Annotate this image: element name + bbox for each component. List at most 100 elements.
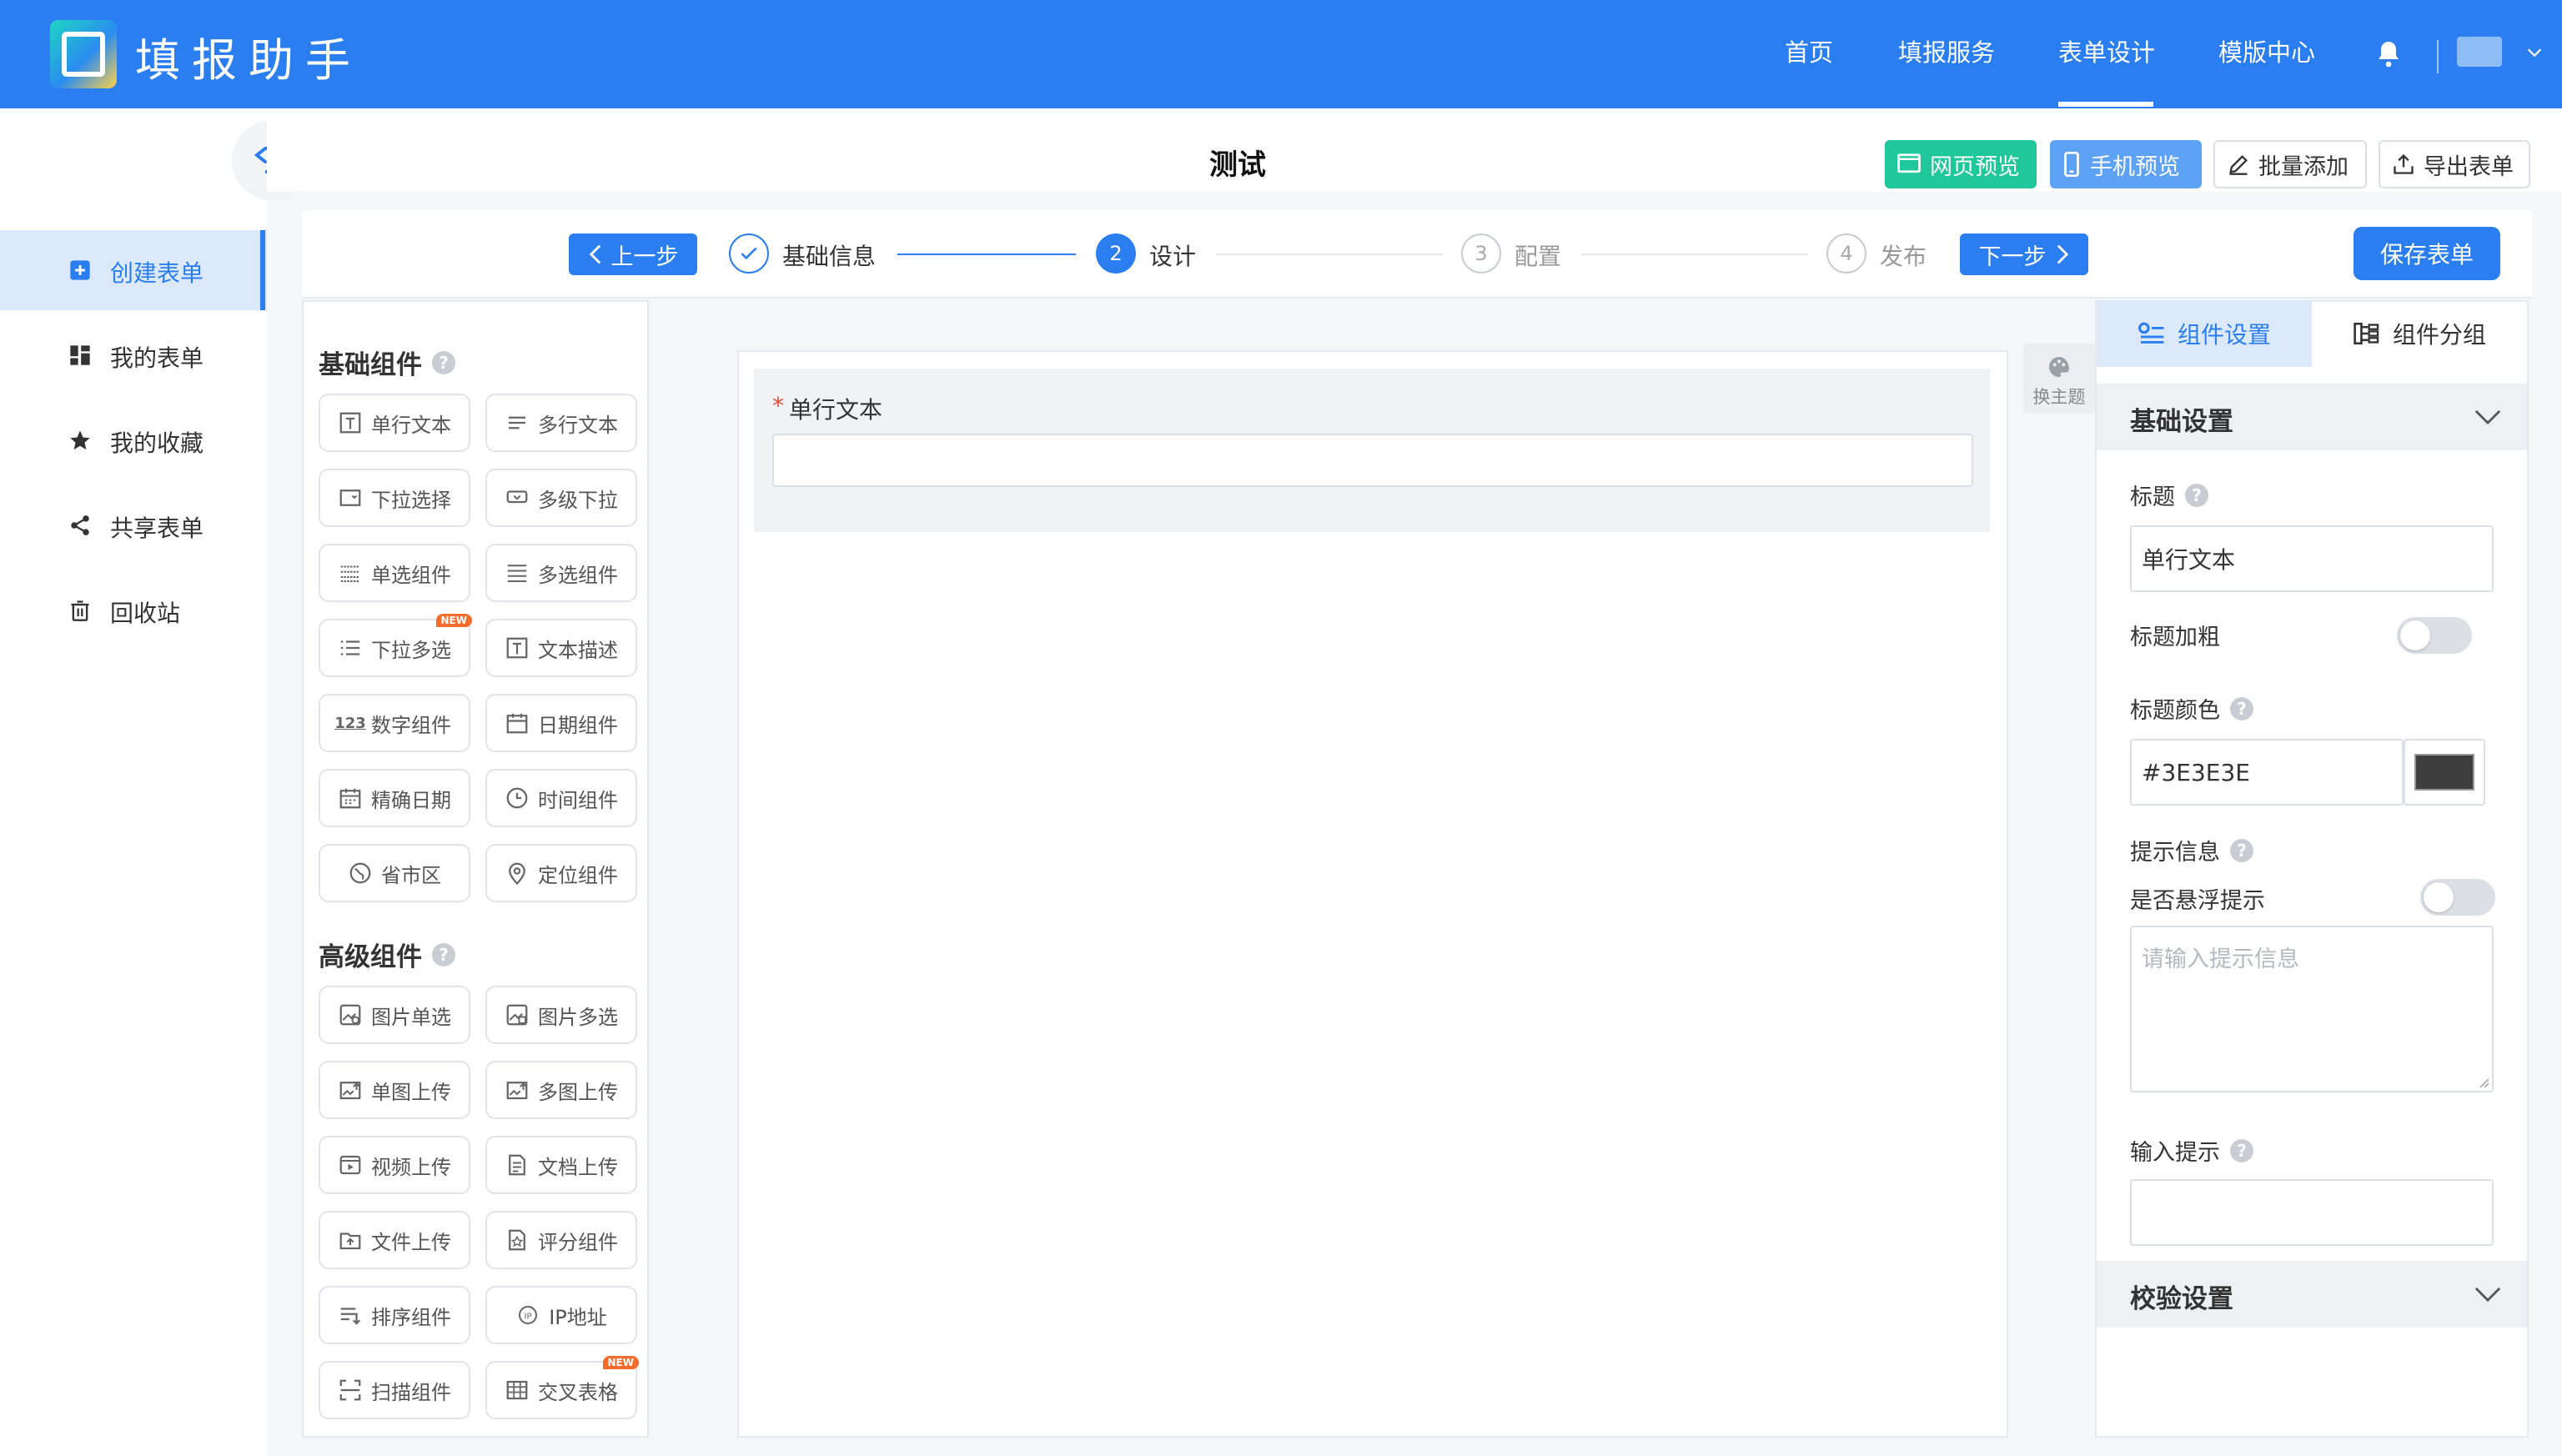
title-color-input[interactable]: #3E3E3E [2130,739,2404,806]
component-single-line-text[interactable]: 单行文本 [319,394,470,452]
component-date[interactable]: 日期组件 [485,694,637,752]
sidebar-item-label: 我的表单 [110,344,204,372]
save-form-button[interactable]: 保存表单 [2354,227,2500,280]
component-region[interactable]: 省市区 [319,844,470,902]
component-text-description[interactable]: 文本描述 [485,619,637,677]
component-number[interactable]: 123 数字组件 [319,694,470,752]
basic-settings-header[interactable]: 基础设置 [2097,384,2527,450]
paragraph-icon [509,416,525,429]
component-multi-line-text[interactable]: 多行文本 [485,394,637,452]
step-2-number: 2 [1096,233,1136,274]
component-cascader[interactable]: 多级下拉 [485,469,637,527]
component-sort[interactable]: 排序组件 [319,1286,470,1344]
batch-add-label: 批量添加 [2258,153,2348,180]
mobile-preview-button[interactable]: 手机预览 [2050,140,2202,188]
trash-icon [71,600,89,621]
component-image-checkbox[interactable]: 图片多选 [485,986,637,1044]
ip-icon: IP [519,1306,538,1324]
component-label: 下拉选择 [371,488,451,512]
divider [2437,40,2439,73]
component-label: 日期组件 [538,713,618,737]
help-icon[interactable]: ? [2230,1138,2253,1162]
color-picker[interactable] [2404,739,2485,806]
component-time[interactable]: 时间组件 [485,769,637,827]
app-logo[interactable] [50,20,117,88]
help-icon[interactable]: ? [2185,483,2208,507]
help-icon[interactable]: ? [432,350,455,374]
step-3-label: 配置 [1515,243,1562,270]
component-rating[interactable]: 评分组件 [485,1211,637,1269]
prev-step-button[interactable]: 上一步 [569,233,697,275]
tip-textarea[interactable]: 请输入提示信息 [2130,926,2494,1092]
nav-home[interactable]: 首页 [1785,33,1833,68]
location-pin-icon [509,862,525,886]
resize-handle-icon[interactable] [2477,1076,2490,1089]
component-label: 下拉多选 [371,638,451,662]
component-scan[interactable]: 扫描组件 [319,1361,470,1419]
component-document-upload[interactable]: 文档上传 [485,1136,637,1194]
component-label: 定位组件 [538,863,618,887]
title-input[interactable]: 单行文本 [2130,525,2494,592]
component-label: 排序组件 [371,1305,451,1329]
web-preview-label: 网页预览 [1930,153,2020,180]
component-label: 数字组件 [371,713,451,737]
help-icon[interactable]: ? [2230,696,2253,720]
component-multi-select[interactable]: 下拉多选 NEW [319,614,472,677]
component-single-image-upload[interactable]: 单图上传 [319,1061,470,1119]
component-file-upload[interactable]: 文件上传 [319,1211,470,1269]
sidebar-item-create-form[interactable]: 创建表单 [0,230,267,310]
web-preview-button[interactable]: 网页预览 [1885,140,2037,188]
hover-tip-toggle[interactable] [2420,879,2495,916]
sidebar-item-label: 我的收藏 [110,429,204,457]
chevron-down-icon[interactable] [2525,43,2544,62]
component-label: 多级下拉 [538,488,618,512]
sidebar-item-favorites[interactable]: 我的收藏 [0,400,267,480]
component-ip-address[interactable]: IP IP地址 [485,1286,637,1344]
component-cross-table[interactable]: 交叉表格 NEW [485,1356,639,1419]
component-label: IP地址 [549,1305,607,1329]
change-theme-label: 换主题 [2032,387,2086,407]
sidebar-item-shared-forms[interactable]: 共享表单 [0,485,267,565]
nav-template-center[interactable]: 模版中心 [2218,33,2315,68]
toggle-knob [2400,620,2430,650]
component-image-radio[interactable]: 图片单选 [319,986,470,1044]
help-icon[interactable]: ? [432,942,455,966]
component-video-upload[interactable]: 视频上传 [319,1136,470,1194]
component-label: 多行文本 [538,413,618,437]
sidebar-item-label: 创建表单 [110,259,204,287]
component-location[interactable]: 定位组件 [485,844,637,902]
field-input-preview[interactable] [772,434,1973,487]
component-multi-image-upload[interactable]: 多图上传 [485,1061,637,1119]
avatar[interactable] [2457,37,2502,67]
component-radio[interactable]: 单选组件 [319,544,470,602]
component-checkbox[interactable]: 多选组件 [485,544,637,602]
next-step-button[interactable]: 下一步 [1960,233,2088,275]
nav-form-design[interactable]: 表单设计 [2058,33,2155,68]
help-icon[interactable]: ? [2230,838,2253,862]
sidebar [0,108,267,1456]
text-box-icon [339,412,361,434]
new-badge: NEW [602,1356,639,1369]
export-form-label: 导出表单 [2424,153,2514,180]
input-hint-input[interactable] [2130,1179,2494,1246]
step-connector [1581,254,1808,255]
component-precise-date[interactable]: 精确日期 [319,769,470,827]
form-title: 测试 [1209,148,1266,182]
nav-fill-service[interactable]: 填报服务 [1898,33,1995,68]
validation-settings-header[interactable]: 校验设置 [2097,1261,2527,1328]
bell-icon[interactable] [2374,38,2404,70]
component-panel: 基础组件 ? 单行文本 多行文本 下拉选择 多级下拉 单选组件 多选组件 下拉多… [302,300,649,1438]
chevron-down-icon [2474,409,2501,425]
title-setting-label: 标题 ? [2130,479,2208,511]
title-bold-toggle[interactable] [2397,617,2472,654]
batch-add-button[interactable]: 批量添加 [2213,140,2367,188]
setting-label-text: 标题颜色 [2130,698,2220,724]
setting-label-text: 标题 [2130,484,2175,510]
tab-component-group[interactable]: 组件分组 [2312,300,2527,367]
sidebar-item-recycle-bin[interactable]: 回收站 [0,570,267,650]
export-form-button[interactable]: 导出表单 [2379,140,2530,188]
component-dropdown[interactable]: 下拉选择 [319,469,470,527]
tab-component-settings[interactable]: 组件设置 [2097,300,2312,367]
rating-icon [509,1229,525,1251]
sidebar-item-my-forms[interactable]: 我的表单 [0,315,267,395]
